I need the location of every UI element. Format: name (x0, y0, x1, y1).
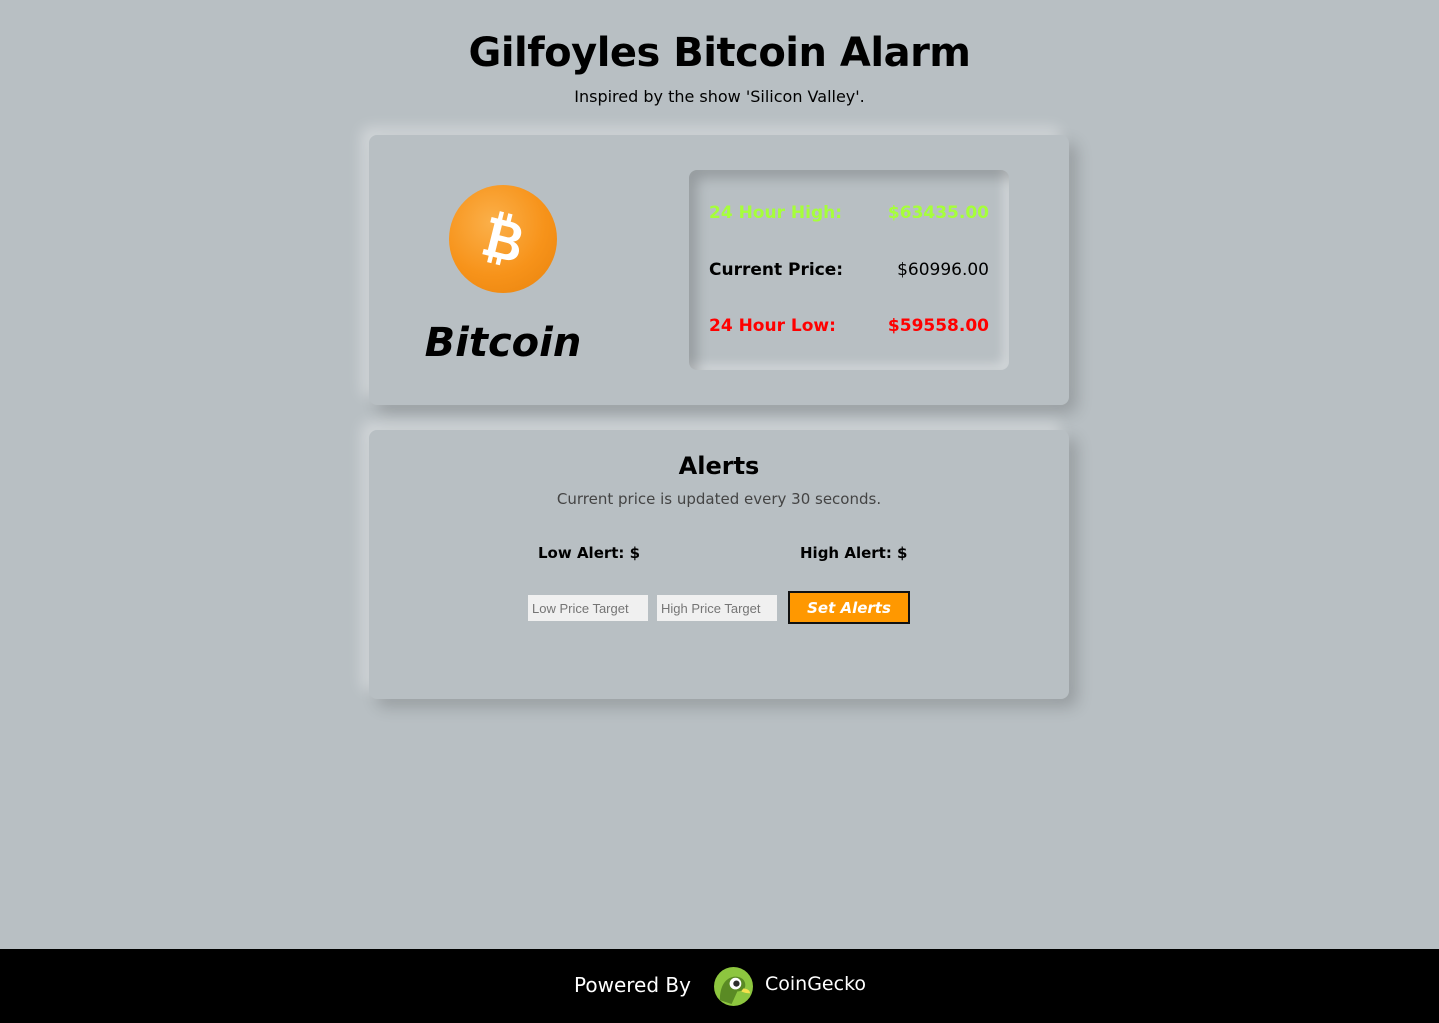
bitcoin-symbol-icon (482, 211, 522, 266)
powered-by-text: Powered By (574, 973, 691, 997)
page-subtitle: Inspired by the show 'Silicon Valley'. (574, 87, 865, 106)
coingecko-logo-icon[interactable] (714, 967, 753, 1006)
bitcoin-logo-icon (449, 185, 557, 293)
set-alerts-button[interactable]: Set Alerts (788, 591, 910, 624)
low-price-row: 24 Hour Low: $59558.00 (709, 316, 989, 336)
page-title: Gilfoyles Bitcoin Alarm (468, 30, 971, 76)
gecko-head-icon (714, 967, 753, 1006)
current-price-row: Current Price: $60996.00 (709, 260, 989, 280)
low-price-value: $59558.00 (887, 316, 989, 336)
footer: Powered By CoinGecko (0, 949, 1439, 1023)
high-alert-label: High Alert: $ (800, 544, 908, 562)
page: Gilfoyles Bitcoin Alarm Inspired by the … (0, 0, 1439, 1023)
alerts-heading: Alerts (678, 452, 760, 480)
high-price-value: $63435.00 (887, 203, 989, 223)
price-panel: 24 Hour High: $63435.00 Current Price: $… (689, 170, 1009, 370)
low-alert-label: Low Alert: $ (538, 544, 641, 562)
coin-card: Bitcoin 24 Hour High: $63435.00 Current … (369, 135, 1069, 405)
alerts-description: Current price is updated every 30 second… (556, 490, 882, 508)
current-price-label: Current Price: (709, 260, 844, 280)
high-price-row: 24 Hour High: $63435.00 (709, 203, 989, 223)
low-price-input[interactable] (528, 595, 648, 621)
high-price-label: 24 Hour High: (709, 203, 843, 223)
low-price-label: 24 Hour Low: (709, 316, 836, 336)
coin-name: Bitcoin (424, 320, 582, 366)
alerts-card: Alerts Current price is updated every 30… (369, 430, 1069, 699)
coingecko-link[interactable]: CoinGecko (765, 973, 866, 995)
current-price-value: $60996.00 (897, 260, 989, 280)
high-price-input[interactable] (657, 595, 777, 621)
